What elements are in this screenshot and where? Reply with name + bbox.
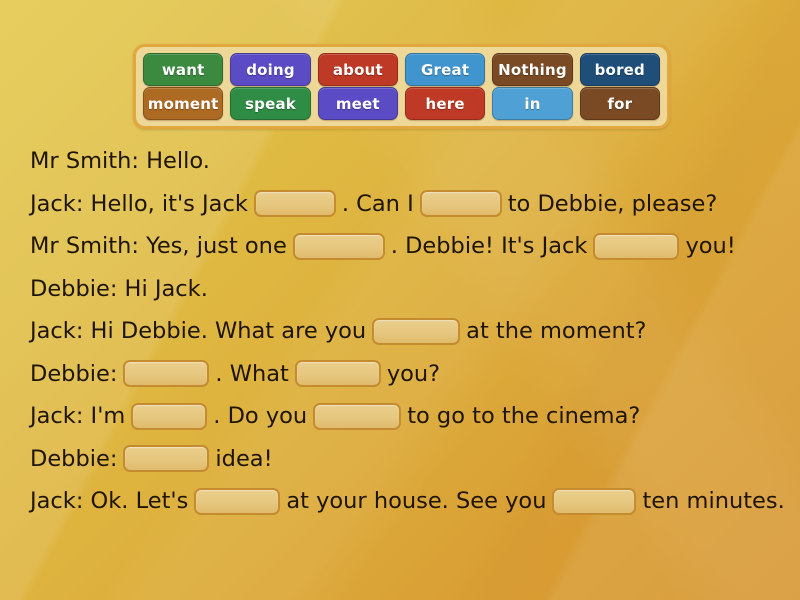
dialogue-text-segment: Mr Smith: Hello. [30,148,210,174]
dialogue-text-segment: Jack: Ok. Let's [30,488,189,514]
answer-blank-5-1[interactable] [294,360,381,388]
dialogue-text-segment: Jack: I'm [30,403,126,429]
dialogue-text: Mr Smith: Hello. Jack: Hello, it's Jack . … [30,140,786,523]
dialogue-text-segment: . Do you [213,403,308,429]
dialogue-line: Debbie: Hi Jack. [30,268,786,311]
word-bank: want doing about Great Nothing bored moment sp… [133,44,670,129]
answer-blank-6-1[interactable] [313,402,402,430]
dialogue-text-segment: Jack: Hello, it's Jack [30,190,248,217]
answer-blank-5-0[interactable] [123,360,210,388]
word-tile-want[interactable]: want [143,53,224,86]
answer-blank-2-0[interactable] [292,232,385,260]
answer-blank-7-0[interactable] [123,445,210,473]
dialogue-text-segment: . Debbie! It's Jack [390,233,588,259]
answer-blank-4-0[interactable] [372,317,461,345]
dialogue-line: Jack: Ok. Let's at your house. See you ten… [30,480,786,523]
word-tile-doing[interactable]: doing [230,53,311,86]
dialogue-text-segment: to go to the cinema? [407,403,641,429]
dialogue-line: Jack: Hello, it's Jack . Can I to Debbie, … [30,183,786,226]
dialogue-text-segment: . What [215,360,289,387]
dialogue-text-segment: . Can I [341,190,414,217]
word-tile-moment[interactable]: moment [143,87,224,120]
word-bank-row-2: moment speak meet here in for [143,87,660,120]
word-tile-great[interactable]: Great [404,53,486,86]
dialogue-text-segment: Debbie: [30,360,118,387]
answer-blank-8-1[interactable] [552,487,637,515]
dialogue-line: Debbie: idea! [30,438,786,481]
word-tile-meet[interactable]: meet [317,87,398,120]
dialogue-text-segment: Debbie: Hi Jack. [30,275,208,302]
dialogue-line: Debbie: . What you? [30,353,786,396]
dialogue-text-segment: you? [386,360,441,387]
word-tile-nothing[interactable]: Nothing [492,53,573,86]
dialogue-text-segment: to Debbie, please? [507,190,718,217]
dialogue-text-segment: idea! [215,445,273,472]
answer-blank-2-1[interactable] [593,232,680,260]
word-tile-for[interactable]: for [579,87,660,120]
answer-blank-1-0[interactable] [253,190,336,218]
answer-blank-6-0[interactable] [131,402,208,430]
word-tile-speak[interactable]: speak [230,87,311,120]
dialogue-text-segment: at the moment? [466,318,647,344]
dialogue-text-segment: Debbie: [30,445,118,472]
dialogue-text-segment: Mr Smith: Yes, just one [30,233,287,259]
word-tile-in[interactable]: in [492,87,573,120]
answer-blank-1-1[interactable] [419,190,502,218]
dialogue-text-segment: at your house. See you [286,488,547,514]
dialogue-text-segment: Jack: Hi Debbie. What are you [30,318,367,344]
dialogue-line: Jack: Hi Debbie. What are you at the mome… [30,310,786,353]
dialogue-text-segment: you! [685,233,736,259]
answer-blank-8-0[interactable] [194,487,281,515]
dialogue-line: Mr Smith: Yes, just one . Debbie! It's Ja… [30,225,786,268]
word-tile-here[interactable]: here [404,87,486,120]
dialogue-text-segment: ten minutes. [642,488,785,514]
word-tile-about[interactable]: about [317,53,398,86]
dialogue-line: Jack: I'm . Do you to go to the cinema? [30,395,786,438]
dialogue-line: Mr Smith: Hello. [30,140,786,183]
word-tile-bored[interactable]: bored [579,53,660,86]
word-bank-row-1: want doing about Great Nothing bored [143,53,660,86]
